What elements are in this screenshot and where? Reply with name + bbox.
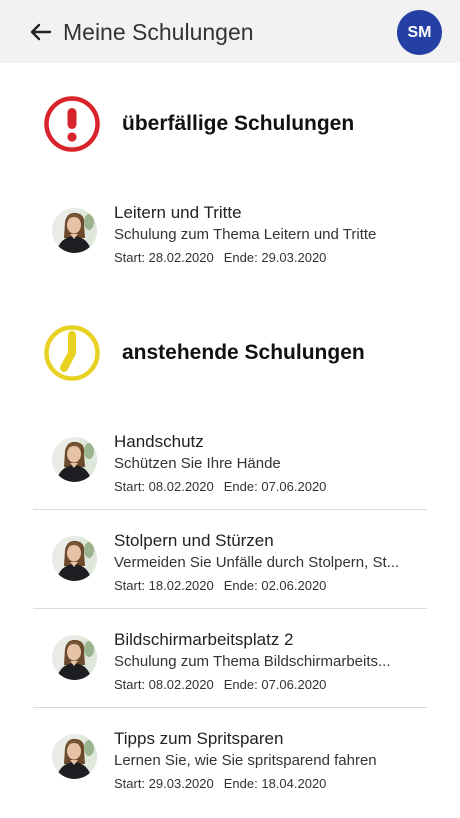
training-subtitle: Schulung zum Thema Leitern und Tritte	[114, 226, 377, 243]
start-date: Start: 28.02.2020	[114, 250, 214, 265]
training-dates: Start: 28.02.2020 Ende: 29.03.2020	[114, 249, 326, 266]
upcoming-section-title: anstehende Schulungen	[122, 341, 365, 364]
page-title: Meine Schulungen	[63, 19, 254, 45]
training-subtitle: Lernen Sie, wie Sie spritsparend fahren	[114, 752, 377, 769]
end-date: Ende: 07.06.2020	[223, 677, 327, 692]
training-subtitle: Schulung zum Thema Bildschirmarbeits...	[114, 653, 391, 670]
list-item[interactable]: Leitern und Tritte Schulung zum Thema Le…	[33, 182, 427, 281]
training-dates: Start: 18.02.2020 Ende: 02.06.2020	[114, 577, 326, 594]
app-bar: Meine Schulungen SM	[0, 0, 460, 63]
training-title: Bildschirmarbeitsplatz 2	[114, 630, 294, 649]
training-title: Tipps zum Spritsparen	[114, 729, 284, 748]
list-item[interactable]: Stolpern und Stürzen Vermeiden Sie Unfäl…	[33, 510, 427, 609]
start-date: Start: 08.02.2020	[114, 479, 214, 494]
user-avatar[interactable]: SM	[397, 10, 442, 55]
training-title: Leitern und Tritte	[114, 203, 242, 222]
end-date: Ende: 02.06.2020	[223, 578, 327, 593]
training-subtitle: Schützen Sie Ihre Hände	[114, 455, 281, 472]
start-date: Start: 18.02.2020	[114, 578, 214, 593]
arrow-left-icon	[30, 23, 52, 41]
instructor-avatar	[52, 536, 97, 581]
exclamation-circle-icon	[44, 96, 100, 152]
upcoming-section-header: anstehende Schulungen	[0, 324, 460, 394]
end-date: Ende: 07.06.2020	[223, 479, 327, 494]
training-dates: Start: 08.02.2020 Ende: 07.06.2020	[114, 676, 326, 693]
list-item[interactable]: Handschutz Schützen Sie Ihre Hände Start…	[33, 411, 427, 510]
instructor-avatar	[52, 437, 97, 482]
instructor-avatar	[52, 208, 97, 253]
training-dates: Start: 29.03.2020 Ende: 18.04.2020	[114, 775, 326, 792]
back-button[interactable]	[26, 17, 56, 47]
clock-icon	[44, 325, 100, 381]
overdue-section-title: überfällige Schulungen	[122, 112, 355, 135]
end-date: Ende: 18.04.2020	[223, 776, 327, 791]
start-date: Start: 08.02.2020	[114, 677, 214, 692]
training-title: Stolpern und Stürzen	[114, 531, 274, 550]
start-date: Start: 29.03.2020	[114, 776, 214, 791]
training-subtitle: Vermeiden Sie Unfälle durch Stolpern, St…	[114, 554, 400, 571]
instructor-avatar	[52, 635, 97, 680]
instructor-avatar	[52, 734, 97, 779]
training-title: Handschutz	[114, 432, 204, 451]
list-item[interactable]: Bildschirmarbeitsplatz 2 Schulung zum Th…	[33, 609, 427, 708]
overdue-section-header: überfällige Schulungen	[0, 95, 460, 165]
end-date: Ende: 29.03.2020	[223, 250, 327, 265]
list-item[interactable]: Tipps zum Spritsparen Lernen Sie, wie Si…	[33, 708, 427, 807]
training-dates: Start: 08.02.2020 Ende: 07.06.2020	[114, 478, 326, 495]
